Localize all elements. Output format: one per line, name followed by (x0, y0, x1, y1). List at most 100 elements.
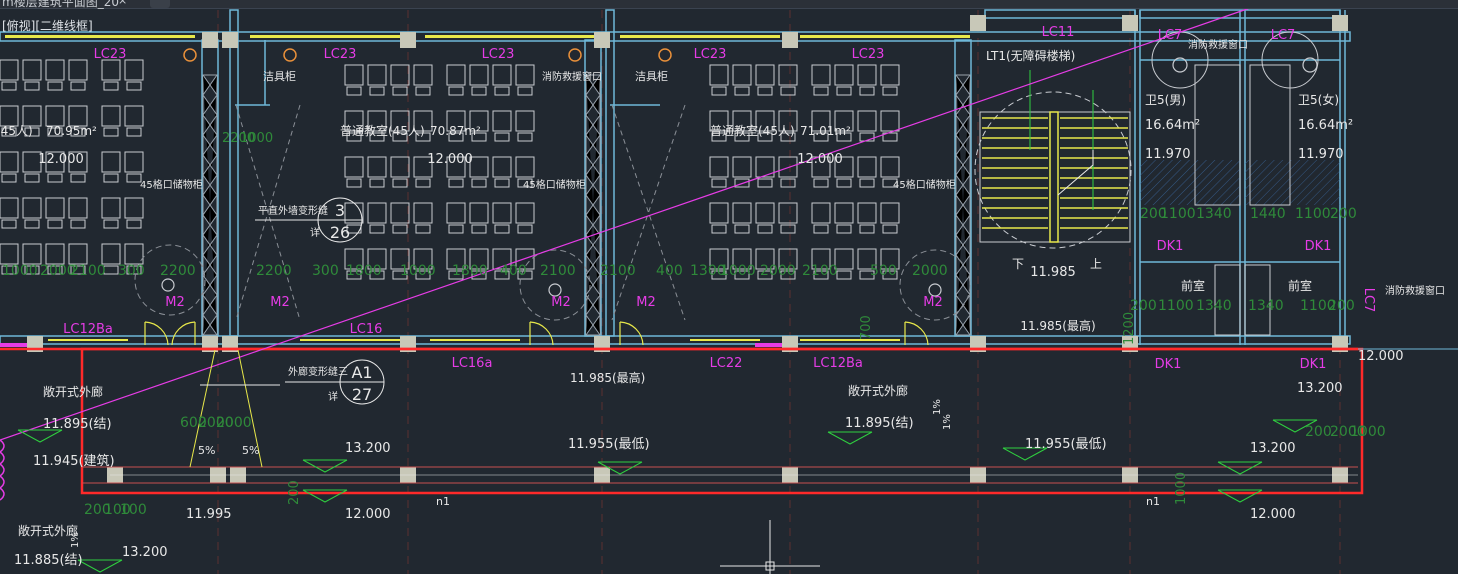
desk (755, 202, 775, 224)
chair (757, 178, 773, 188)
desk (68, 105, 88, 127)
corridor-elevation: 11.945(建筑) (33, 453, 115, 469)
window-label: LC11 (1042, 25, 1075, 40)
window-label: DK1 (1157, 239, 1184, 254)
chair (517, 224, 533, 234)
chair (126, 127, 142, 137)
stair-up-label: 上 (1090, 257, 1102, 271)
corridor-beams (82, 466, 1358, 484)
door-label: M2 (923, 295, 943, 310)
chair (711, 224, 727, 234)
chair (859, 86, 875, 96)
desk (124, 197, 144, 219)
desk (492, 110, 512, 132)
desk (880, 64, 900, 86)
desk (344, 64, 364, 86)
desk (857, 202, 877, 224)
floor-plan-canvas[interactable]: LC23 LC23 LC23 LC23 LC23 LC11 LC7 LC7 LC12Ba LC16… (0, 0, 1458, 574)
structural-columns (27, 15, 1348, 483)
desk (834, 64, 854, 86)
desk (469, 202, 489, 224)
storage-cabinet-label: 45格口储物柜 (893, 178, 956, 191)
window-label: LC12Ba (813, 356, 863, 371)
desk (101, 197, 121, 219)
chair (734, 224, 750, 234)
anteroom-label: 前室 (1288, 278, 1312, 293)
chair (24, 219, 40, 229)
chair (471, 178, 487, 188)
window-label: LC16 (350, 322, 383, 337)
desk (68, 59, 88, 81)
detail-note: 平直外墙变形缝 (258, 204, 328, 217)
column (1332, 15, 1348, 31)
magenta-spring (0, 439, 5, 501)
desk (101, 59, 121, 81)
chair (757, 224, 773, 234)
level-marker-triangle (827, 431, 873, 445)
window-label: LC12Ba (63, 322, 113, 337)
desk (732, 64, 752, 86)
desk (834, 248, 854, 270)
chair (24, 81, 40, 91)
dimension-label: 2100 (802, 263, 838, 279)
chair (448, 178, 464, 188)
chair (494, 178, 510, 188)
desk (515, 202, 535, 224)
chair (369, 86, 385, 96)
chair (711, 178, 727, 188)
desk (45, 197, 65, 219)
desk (101, 151, 121, 173)
viewport-view-label[interactable]: [俯视][二维线框] (2, 17, 93, 34)
window-label: LC23 (694, 47, 727, 62)
stair-down-label: 下 (1012, 257, 1024, 271)
storage-cabinet-label: 45格口储物柜 (523, 178, 586, 191)
room-area: 71.01m² (800, 124, 851, 138)
chair (126, 219, 142, 229)
chair (734, 86, 750, 96)
dimension-label: 200 (1130, 298, 1157, 314)
slope-label: 1% (70, 532, 81, 548)
fire-rescue-window-label: 消防救援窗口 (1188, 38, 1248, 51)
desk (0, 59, 19, 81)
column (222, 32, 238, 48)
dimension-label: 1340 (1196, 206, 1232, 222)
close-icon[interactable]: × (118, 0, 127, 7)
desk (22, 59, 42, 81)
cad-drawing-viewport[interactable]: LC23 LC23 LC23 LC23 LC23 LC11 LC7 LC7 LC12Ba LC16… (0, 0, 1458, 574)
level-marker-triangle (302, 459, 348, 473)
chair (780, 178, 796, 188)
chair (882, 86, 898, 96)
door-label: M2 (636, 295, 656, 310)
desk (413, 202, 433, 224)
desk (515, 64, 535, 86)
chair (369, 224, 385, 234)
desk (124, 59, 144, 81)
desk (22, 243, 42, 265)
desk (390, 156, 410, 178)
dimension-label: 1100 (1160, 206, 1196, 222)
chair (415, 86, 431, 96)
window-label: LC23 (482, 47, 515, 62)
slope-label: 5% (198, 444, 215, 457)
chair (103, 219, 119, 229)
chair (1, 219, 17, 229)
chair (813, 178, 829, 188)
desk (778, 156, 798, 178)
chair (47, 219, 63, 229)
detail-note: 外廊变形缝三 (288, 365, 348, 378)
chair (70, 81, 86, 91)
pipe-label: n1 (436, 495, 450, 508)
corridor-elevation-top: 11.985(最高) (570, 370, 645, 385)
chair (494, 86, 510, 96)
dimension-label: 1000 (240, 131, 273, 146)
document-tab-title[interactable]: m楼层建筑平面图_20 (2, 0, 119, 10)
window-label: DK1 (1155, 357, 1182, 372)
dimension-label: 2000 (912, 263, 948, 279)
plus-icon[interactable] (150, 0, 170, 8)
desk (880, 110, 900, 132)
dimension-label: 1100 (1158, 298, 1194, 314)
room-name: 普通教室(45人) (340, 123, 425, 138)
chair (392, 224, 408, 234)
chair (494, 132, 510, 142)
desk (515, 156, 535, 178)
